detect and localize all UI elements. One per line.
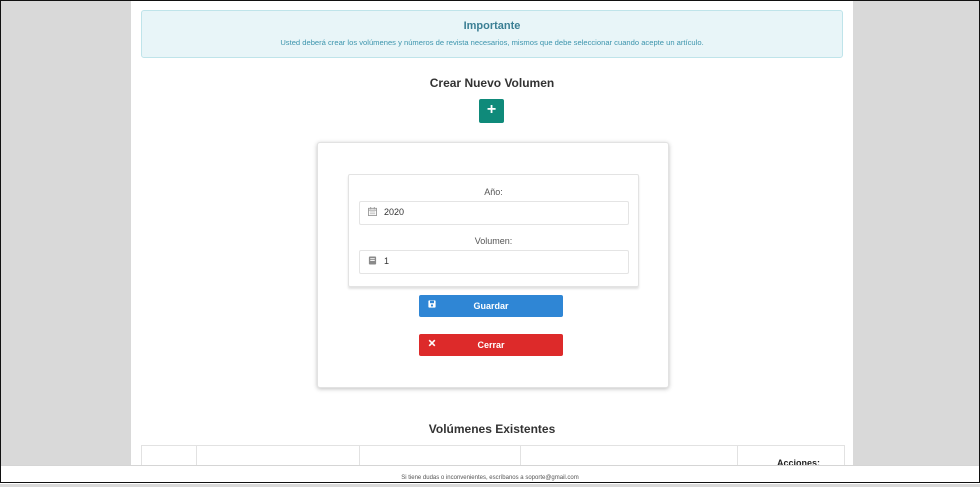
plus-icon: + [486, 101, 497, 118]
calendar-icon [368, 207, 378, 217]
close-button-label: Cerrar [477, 340, 505, 350]
existing-volumes-title: Volúmenes Existentes [428, 422, 556, 436]
year-label: Año: [484, 187, 503, 197]
alert-text: Usted deberá crear los volúmenes y númer… [280, 38, 704, 47]
year-field[interactable]: 2020 [359, 201, 629, 225]
book-icon [368, 256, 378, 266]
save-button-label: Guardar [473, 301, 509, 311]
volume-form-fields: Año: 2020 Volumen: 1 [348, 174, 639, 287]
main-content: Importante Usted deberá crear los volúme… [131, 0, 853, 483]
volume-field[interactable]: 1 [359, 250, 629, 274]
page-footer: Si tiene dudas o inconvenientes, escríba… [0, 465, 980, 484]
add-volume-button[interactable]: + [479, 99, 504, 123]
close-button[interactable]: Cerrar [419, 334, 563, 356]
save-button[interactable]: Guardar [419, 295, 563, 317]
volume-value: 1 [384, 256, 390, 266]
volume-label: Volumen: [474, 236, 513, 246]
alert-title: Importante [463, 20, 521, 32]
volume-form-card: Año: 2020 Volumen: 1 Guardar Cerrar [317, 142, 669, 388]
footer-text: Si tiene dudas o inconvenientes, escríba… [401, 475, 579, 481]
create-volume-title: Crear Nuevo Volumen [429, 76, 555, 90]
year-value: 2020 [384, 207, 405, 217]
info-alert: Importante Usted deberá crear los volúme… [141, 10, 843, 58]
